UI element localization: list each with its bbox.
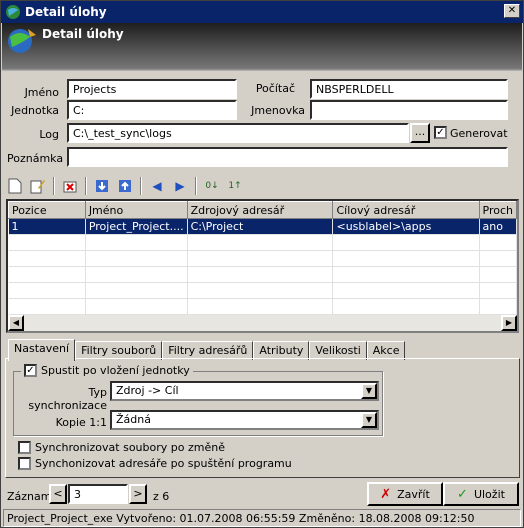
- poznamka-label: Poznámka: [7, 152, 64, 165]
- ulozit-label: Uložit: [473, 487, 505, 501]
- edit-document-icon[interactable]: [28, 176, 48, 196]
- table-row: [8, 282, 518, 299]
- kopie-label: Kopie 1:1: [55, 416, 107, 429]
- sync-dirs-checkbox[interactable]: [18, 457, 31, 470]
- table-row: [8, 250, 518, 267]
- close-icon[interactable]: ✕: [504, 4, 520, 18]
- typ-synchronizace-value: Zdroj -> Cíl: [116, 384, 179, 397]
- toolbar-separator: [53, 177, 55, 195]
- status-bar: Project_Project_exe Vytvořeno: 01.07.200…: [3, 509, 521, 527]
- log-field[interactable]: C:\_test_sync\logs: [67, 123, 409, 143]
- cell-zdrojovy-adresar: C:\Project: [187, 218, 334, 235]
- tasks-grid[interactable]: Pozice Jméno Zdrojový adresář Cílový adr…: [6, 199, 519, 333]
- record-number-field[interactable]: 3: [68, 484, 128, 504]
- ulozit-button[interactable]: ✓ Uložit: [443, 482, 519, 506]
- jednotka-label: Jednotka: [11, 104, 59, 117]
- grid-toolbar: ◀ ▶ 0↓ 1↑: [5, 175, 519, 197]
- export-icon[interactable]: [115, 176, 135, 196]
- cell-pozice: 1: [8, 218, 86, 235]
- sort-ascending-icon[interactable]: 0↓: [202, 176, 222, 196]
- new-document-icon[interactable]: [5, 176, 25, 196]
- jmenovka-label: Jmenovka: [251, 104, 305, 117]
- scroll-right-icon[interactable]: ▶: [501, 315, 517, 331]
- scroll-left-icon[interactable]: ◀: [8, 315, 24, 331]
- tab-nastaveni[interactable]: Nastavení: [8, 339, 76, 361]
- next-record-button[interactable]: >: [129, 484, 147, 504]
- pocitac-field[interactable]: NBSPERLDELL: [310, 79, 508, 99]
- scroll-track[interactable]: [24, 315, 501, 331]
- generovat-label: Generovat: [450, 127, 508, 140]
- spustit-group-header: ✓ Spustit po vložení jednotky: [21, 364, 193, 377]
- column-header-jmeno[interactable]: Jméno: [84, 201, 188, 219]
- jmeno-field[interactable]: Projects: [67, 79, 237, 99]
- spustit-label: Spustit po vložení jednotky: [41, 364, 190, 377]
- sort-descending-icon[interactable]: 1↑: [225, 176, 245, 196]
- poznamka-field[interactable]: [67, 147, 508, 167]
- toolbar-separator: [195, 177, 197, 195]
- zavrit-label: Zavřít: [397, 487, 430, 501]
- toolbar-separator: [85, 177, 87, 195]
- table-row: [8, 298, 518, 315]
- horizontal-scrollbar[interactable]: ◀ ▶: [8, 315, 517, 331]
- tab-strip: Nastavení Filtry souborů Filtry adresářů…: [8, 339, 406, 361]
- title-bar: Detail úlohy ✕: [1, 1, 523, 23]
- sync-files-label: Synchronizovat soubory po změně: [35, 441, 225, 454]
- chevron-down-icon[interactable]: ▼: [361, 412, 377, 428]
- zavrit-button[interactable]: ✗ Zavřít: [367, 482, 443, 506]
- header-banner: Detail úlohy: [2, 23, 522, 71]
- cell-cilovy-adresar: <usblabel>\apps: [332, 218, 480, 235]
- jednotka-field[interactable]: C:: [67, 100, 237, 120]
- column-header-pozice[interactable]: Pozice: [8, 201, 86, 219]
- jmenovka-field[interactable]: [310, 100, 508, 120]
- import-icon[interactable]: [92, 176, 112, 196]
- generovat-checkbox[interactable]: ✓: [434, 126, 447, 139]
- sync-dirs-label: Synchonizovat adresáře po spuštění progr…: [35, 457, 292, 470]
- log-label: Log: [39, 128, 59, 141]
- kopie-select[interactable]: Žádná ▼: [110, 410, 379, 430]
- window-title: Detail úlohy: [25, 5, 107, 19]
- browse-button[interactable]: ...: [410, 123, 430, 143]
- typ-synchronizace-label: Typ synchronizace: [28, 386, 107, 412]
- record-total: z 6: [153, 490, 170, 503]
- arrow-left-icon[interactable]: ◀: [147, 176, 167, 196]
- table-row: [8, 234, 518, 251]
- jmeno-label: Jméno: [24, 86, 59, 99]
- chevron-down-icon[interactable]: ▼: [361, 383, 377, 399]
- column-header-zdrojovy-adresar[interactable]: Zdrojový adresář: [186, 201, 334, 219]
- column-header-proch[interactable]: Proch: [478, 201, 518, 219]
- prev-record-button[interactable]: <: [49, 484, 67, 504]
- table-row[interactable]: 1 Project_Project.... C:\Project <usblab…: [8, 218, 518, 235]
- zaznam-label: Záznam: [7, 490, 52, 503]
- spustit-checkbox[interactable]: ✓: [24, 364, 37, 377]
- table-row: [8, 266, 518, 283]
- toolbar-separator: [140, 177, 142, 195]
- checkmark-icon: ✓: [457, 486, 468, 502]
- pocitac-label: Počítač: [255, 82, 295, 95]
- cell-proch: ano: [479, 218, 518, 235]
- cell-jmeno: Project_Project....: [85, 218, 188, 235]
- dialog-window: Detail úlohy ✕ Detail úlohy Jméno Projec…: [0, 0, 524, 528]
- sync-globe-icon: [8, 29, 36, 53]
- app-globe-icon: [6, 5, 20, 19]
- header-title: Detail úlohy: [42, 27, 124, 41]
- column-header-cilovy-adresar[interactable]: Cílový adresář: [332, 201, 480, 219]
- delete-icon[interactable]: [60, 176, 80, 196]
- close-x-icon: ✗: [380, 486, 392, 502]
- kopie-value: Žádná: [116, 413, 151, 426]
- sync-files-checkbox[interactable]: [18, 441, 31, 454]
- typ-synchronizace-select[interactable]: Zdroj -> Cíl ▼: [110, 381, 379, 401]
- arrow-right-icon[interactable]: ▶: [170, 176, 190, 196]
